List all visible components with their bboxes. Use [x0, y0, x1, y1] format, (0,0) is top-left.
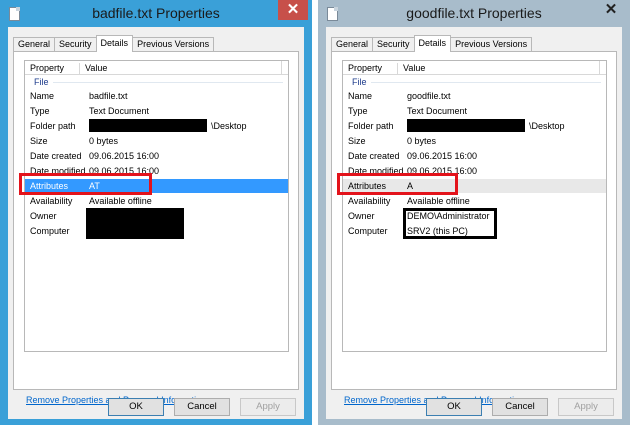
- close-button[interactable]: ✕: [278, 0, 308, 20]
- row-size[interactable]: Size 0 bytes: [343, 134, 606, 148]
- window-title: goodfile.txt Properties: [406, 5, 542, 21]
- close-button[interactable]: ✕: [596, 0, 626, 20]
- badfile-properties-window: badfile.txt Properties ✕ General Securit…: [0, 0, 312, 425]
- row-type[interactable]: Type Text Document: [343, 104, 606, 118]
- prop-value: badfile.txt: [89, 91, 128, 101]
- prop-label: Computer: [30, 226, 70, 236]
- row-availability[interactable]: Availability Available offline: [25, 194, 288, 208]
- tab-general[interactable]: General: [13, 37, 56, 52]
- prop-value: Available offline: [407, 196, 470, 206]
- prop-value: Text Document: [89, 106, 150, 116]
- ok-button[interactable]: OK: [426, 398, 482, 416]
- properties-dialog: General Security Details Previous Versio…: [8, 27, 304, 419]
- column-header-value[interactable]: Value: [79, 63, 107, 75]
- row-name[interactable]: Name badfile.txt: [25, 89, 288, 103]
- owner-computer-outline: [403, 208, 497, 239]
- cancel-button[interactable]: Cancel: [492, 398, 548, 416]
- property-list[interactable]: Property Value File Name goodfile.txt Typ…: [337, 60, 607, 352]
- tab-security[interactable]: Security: [54, 37, 97, 52]
- apply-button[interactable]: Apply: [558, 398, 614, 416]
- tab-strip: General Security Details Previous Versio…: [331, 35, 533, 52]
- prop-label: Owner: [30, 211, 57, 221]
- column-header-property[interactable]: Property: [348, 63, 382, 73]
- row-size[interactable]: Size 0 bytes: [25, 134, 288, 148]
- tab-security[interactable]: Security: [372, 37, 415, 52]
- group-file: File: [352, 77, 367, 87]
- column-divider: [599, 61, 600, 74]
- row-type[interactable]: Type Text Document: [25, 104, 288, 118]
- tab-details[interactable]: Details: [95, 35, 134, 52]
- tab-previous-versions[interactable]: Previous Versions: [450, 37, 533, 52]
- list-header: Property Value: [343, 61, 606, 75]
- row-date-created[interactable]: Date created 09.06.2015 16:00: [25, 149, 288, 163]
- prop-label: Availability: [30, 196, 73, 206]
- prop-label: Date created: [30, 151, 82, 161]
- prop-label: Type: [30, 106, 50, 116]
- redacted-path: [89, 119, 207, 132]
- tab-previous-versions[interactable]: Previous Versions: [132, 37, 215, 52]
- redacted-path: [407, 119, 525, 132]
- properties-dialog: General Security Details Previous Versio…: [326, 27, 622, 419]
- prop-label: Availability: [348, 196, 391, 206]
- column-divider: [281, 61, 282, 74]
- details-panel: Property Value File Name badfile.txt Type…: [13, 51, 299, 405]
- column-header-value[interactable]: Value: [397, 63, 425, 75]
- prop-value: Available offline: [89, 196, 152, 206]
- prop-label: Type: [348, 106, 368, 116]
- prop-label: Date created: [348, 151, 400, 161]
- prop-label: Owner: [348, 211, 375, 221]
- row-name[interactable]: Name goodfile.txt: [343, 89, 606, 103]
- prop-label: Name: [348, 91, 373, 101]
- group-divider: [371, 82, 601, 83]
- prop-value: 0 bytes: [407, 136, 437, 146]
- prop-value: \Desktop: [211, 121, 247, 131]
- group-file: File: [34, 77, 49, 87]
- property-list[interactable]: Property Value File Name badfile.txt Type…: [19, 60, 289, 352]
- tab-details[interactable]: Details: [413, 35, 452, 52]
- title-bar[interactable]: badfile.txt Properties ✕: [0, 0, 312, 27]
- attributes-highlight: [19, 173, 152, 195]
- redacted-owner-computer: [86, 208, 184, 239]
- prop-value: \Desktop: [529, 121, 565, 131]
- tab-general[interactable]: General: [331, 37, 374, 52]
- prop-label: Folder path: [30, 121, 76, 131]
- title-bar[interactable]: goodfile.txt Properties ✕: [318, 0, 630, 27]
- group-divider: [53, 82, 283, 83]
- tab-strip: General Security Details Previous Versio…: [13, 35, 215, 52]
- prop-label: Folder path: [348, 121, 394, 131]
- prop-label: Size: [348, 136, 366, 146]
- ok-button[interactable]: OK: [108, 398, 164, 416]
- row-date-created[interactable]: Date created 09.06.2015 16:00: [343, 149, 606, 163]
- goodfile-properties-window: goodfile.txt Properties ✕ General Securi…: [318, 0, 630, 425]
- prop-value: 0 bytes: [89, 136, 119, 146]
- prop-value: Text Document: [407, 106, 468, 116]
- prop-label: Computer: [348, 226, 388, 236]
- attributes-highlight: [337, 173, 458, 195]
- column-header-property[interactable]: Property: [30, 63, 64, 73]
- prop-value: 09.06.2015 16:00: [89, 151, 160, 161]
- prop-value: 09.06.2015 16:00: [407, 151, 478, 161]
- prop-label: Name: [30, 91, 55, 101]
- details-panel: Property Value File Name goodfile.txt Typ…: [331, 51, 617, 405]
- window-title: badfile.txt Properties: [92, 5, 220, 21]
- apply-button[interactable]: Apply: [240, 398, 296, 416]
- cancel-button[interactable]: Cancel: [174, 398, 230, 416]
- prop-label: Size: [30, 136, 48, 146]
- prop-value: goodfile.txt: [407, 91, 451, 101]
- row-availability[interactable]: Availability Available offline: [343, 194, 606, 208]
- list-header: Property Value: [25, 61, 288, 75]
